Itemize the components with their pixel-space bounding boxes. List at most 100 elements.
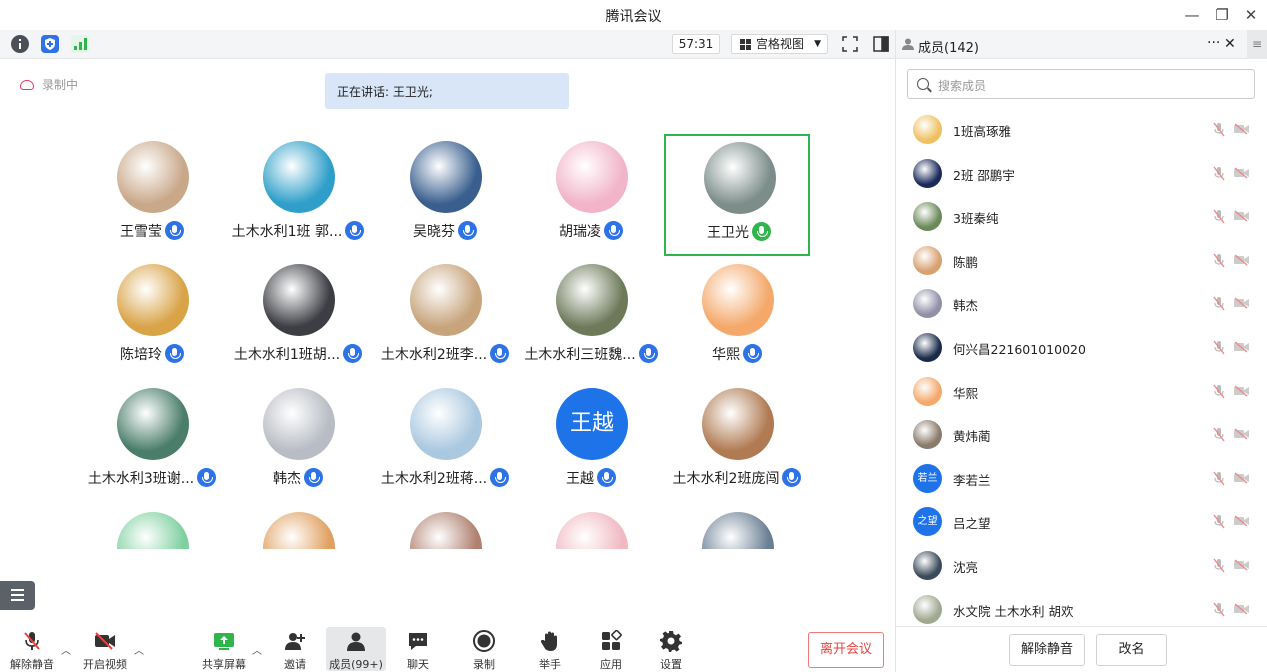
participant-name-text: 吴晓芬 [413,224,455,240]
camera-off-icon[interactable] [1234,297,1250,309]
leave-meeting-button[interactable]: 离开会议 [808,632,884,668]
apps-button[interactable]: 应用 [581,627,641,671]
member-list-item[interactable]: 1班高琢雅 [896,108,1267,151]
view-mode-dropdown[interactable]: 宫格视图 ▼ [731,34,828,54]
camera-off-icon[interactable] [1234,428,1250,440]
participant-tile[interactable]: 胡瑞凌 [518,135,664,257]
participant-tile[interactable]: 陈培玲 [79,258,225,380]
speaking-indicator: 正在讲话: 王卫光; [325,73,569,109]
participant-tile[interactable]: 土木水利2班李... [372,258,518,380]
fullscreen-icon[interactable] [841,35,859,53]
member-list-item[interactable]: 黄炜蔺 [896,413,1267,456]
participant-tile[interactable] [518,506,664,549]
mic-muted-icon[interactable] [1213,514,1225,529]
rename-button[interactable]: 改名 [1096,634,1167,666]
mic-muted-icon[interactable] [1213,253,1225,268]
camera-off-icon[interactable] [1234,167,1250,179]
camera-off-icon[interactable] [1234,603,1250,615]
audio-options-chevron[interactable]: ︿ [61,642,71,657]
camera-off-icon[interactable] [1234,472,1250,484]
signal-icon[interactable] [71,35,89,53]
invite-button[interactable]: 邀请 [265,627,325,671]
mic-icon [597,468,616,487]
video-options-chevron[interactable]: ︿ [134,642,144,657]
participant-tile[interactable]: 土木水利2班蒋... [372,382,518,504]
close-icon[interactable]: ✕ [1241,5,1261,25]
participant-tile[interactable]: 王越 王越 [518,382,664,504]
more-options-icon[interactable]: ··· [1207,35,1220,51]
sidebar-toggle-icon[interactable] [872,35,890,53]
participant-tile[interactable] [225,506,371,549]
info-icon[interactable] [11,35,29,53]
mic-muted-icon[interactable] [1213,558,1225,573]
mic-muted-icon[interactable] [1213,384,1225,399]
members-button[interactable]: 成员(99+) [326,627,386,671]
mic-muted-icon [21,630,43,652]
participant-tile[interactable]: 韩杰 [225,382,371,504]
member-list-item[interactable]: 2班 邵鹏宇 [896,152,1267,195]
member-list-item[interactable]: 若兰 李若兰 [896,457,1267,500]
restore-icon[interactable]: ❐ [1212,5,1232,25]
mic-muted-icon[interactable] [1213,122,1225,137]
member-list-item[interactable]: 陈鹏 [896,239,1267,282]
mic-muted-icon[interactable] [1213,340,1225,355]
share-options-chevron[interactable]: ︿ [252,642,262,657]
unmute-button[interactable]: 解除静音 [2,627,62,671]
avatar [702,512,774,549]
member-list-item[interactable]: 沈亮 [896,544,1267,587]
participant-tile[interactable] [372,506,518,549]
participant-tile[interactable]: 华熙 [664,258,810,380]
minimize-icon[interactable]: — [1182,5,1202,25]
participant-tile[interactable]: 王雪莹 [79,135,225,257]
share-screen-button[interactable]: 共享屏幕 [194,627,254,671]
close-panel-icon[interactable]: ✕ [1224,36,1236,52]
chat-button[interactable]: 聊天 [388,627,448,671]
camera-off-icon[interactable] [1234,385,1250,397]
member-avatar [913,551,942,580]
participant-tile[interactable] [79,506,225,549]
participant-tile[interactable] [664,506,810,549]
member-list-item[interactable]: 之望 吕之望 [896,500,1267,543]
participant-tile[interactable]: 土木水利3班谢... [79,382,225,504]
member-list-item[interactable]: 华熙 [896,370,1267,413]
camera-off-icon[interactable] [1234,341,1250,353]
list-menu-icon[interactable] [0,581,35,610]
mic-muted-icon[interactable] [1213,471,1225,486]
record-button[interactable]: 录制 [454,627,514,671]
participant-name-text: 华熙 [712,347,740,363]
participant-name-text: 土木水利2班蒋... [380,471,488,487]
mic-muted-icon[interactable] [1213,602,1225,617]
member-search-input[interactable]: 搜索成员 [907,69,1255,99]
start-video-button[interactable]: 开启视频 [75,627,135,671]
camera-off-icon[interactable] [1234,210,1250,222]
camera-off-icon[interactable] [1234,123,1250,135]
settings-button[interactable]: 设置 [641,627,701,671]
mic-muted-icon[interactable] [1213,296,1225,311]
mic-icon [165,344,184,363]
mic-muted-icon[interactable] [1213,427,1225,442]
panel-menu-icon[interactable]: ≡ [1247,30,1267,59]
member-list-item[interactable]: 3班秦纯 [896,195,1267,238]
mic-muted-icon[interactable] [1213,209,1225,224]
apps-icon [600,629,622,652]
camera-off-icon[interactable] [1234,559,1250,571]
share-screen-icon [213,630,235,652]
participant-tile[interactable]: 土木水利三班魏... [518,258,664,380]
member-list-item[interactable]: 何兴昌221601010020 [896,326,1267,369]
camera-off-icon[interactable] [1234,515,1250,527]
mic-muted-icon[interactable] [1213,166,1225,181]
participant-tile[interactable]: 吴晓芬 [372,135,518,257]
shield-icon[interactable] [41,35,59,53]
camera-off-icon[interactable] [1234,254,1250,266]
avatar [410,141,482,213]
participant-name: 王卫光 [646,222,832,242]
participant-tile[interactable]: 王卫光 [664,134,810,256]
member-list-item[interactable]: 水文院 土木水利 胡欢 [896,588,1267,631]
unmute-all-button[interactable]: 解除静音 [1009,634,1085,666]
participant-tile[interactable]: 土木水利2班庞闯 [664,382,810,504]
raise-hand-button[interactable]: 举手 [520,627,580,671]
member-list-item[interactable]: 韩杰 [896,282,1267,325]
participant-tile[interactable]: 土木水利1班 郭... [225,135,371,257]
participant-tile[interactable]: 土木水利1班胡... [225,258,371,380]
chevron-down-icon: ▼ [814,39,821,49]
